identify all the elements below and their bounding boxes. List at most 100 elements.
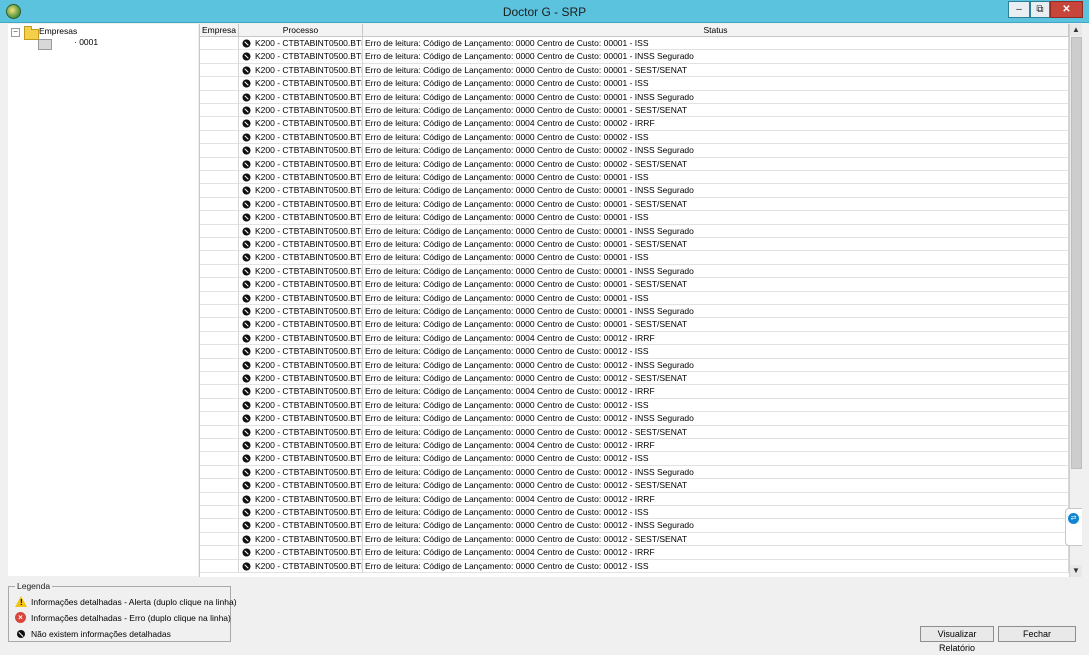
scrollbar-thumb[interactable] [1071, 37, 1082, 469]
table-row[interactable]: K200 - CTBTABINT0500.BTR Erro de leitura:… [200, 546, 1069, 560]
remote-support-tab[interactable]: ⇄ [1065, 508, 1082, 546]
tree-collapse-icon[interactable]: − [11, 28, 20, 37]
cell-empresa [200, 278, 239, 292]
cell-processo: K200 - CTBTABINT0500.BTR [239, 211, 363, 225]
cell-processo: K200 - CTBTABINT0500.BTR [239, 425, 363, 439]
cell-processo: K200 - CTBTABINT0500.BTR [239, 358, 363, 372]
table-row[interactable]: K200 - CTBTABINT0500.BTR Erro de leitura:… [200, 385, 1069, 399]
cell-status: Erro de leitura: Código de Lançamento: 0… [363, 171, 1069, 185]
cell-empresa [200, 291, 239, 305]
cell-status: Erro de leitura: Código de Lançamento: 0… [363, 157, 1069, 171]
table-row[interactable]: K200 - CTBTABINT0500.BTR Erro de leitura:… [200, 238, 1069, 252]
cell-empresa [200, 519, 239, 533]
cell-processo: K200 - CTBTABINT0500.BTR [239, 385, 363, 399]
table-row[interactable]: K200 - CTBTABINT0500.BTR Erro de leitura:… [200, 479, 1069, 493]
table-row[interactable]: K200 - CTBTABINT0500.BTR Erro de leitura:… [200, 157, 1069, 171]
column-header-processo[interactable]: Processo [239, 24, 363, 37]
column-header-status[interactable]: Status [363, 24, 1069, 37]
table-row[interactable]: K200 - CTBTABINT0500.BTR Erro de leitura:… [200, 264, 1069, 279]
restore-button[interactable]: ⧉ [1030, 1, 1050, 18]
table-row[interactable]: K200 - CTBTABINT0500.BTR Erro de leitura:… [200, 104, 1069, 118]
cell-status: Erro de leitura: Código de Lançamento: 0… [363, 37, 1069, 51]
table-row[interactable]: K200 - CTBTABINT0500.BTR Erro de leitura:… [200, 412, 1069, 426]
results-grid[interactable]: Empresa Processo Status K200 - CTBTABINT… [199, 24, 1069, 577]
table-row[interactable]: K200 - CTBTABINT0500.BTR Erro de leitura:… [200, 398, 1069, 413]
cell-processo: K200 - CTBTABINT0500.BTR [239, 519, 363, 533]
table-row[interactable]: K200 - CTBTABINT0500.BTR Erro de leitura:… [200, 465, 1069, 480]
table-row[interactable]: K200 - CTBTABINT0500.BTR Erro de leitura:… [200, 90, 1069, 104]
cell-processo: K200 - CTBTABINT0500.BTR [239, 63, 363, 78]
cell-empresa [200, 184, 239, 198]
cell-processo: K200 - CTBTABINT0500.BTR [239, 479, 363, 493]
company-tree[interactable]: − Empresas · 0001 [8, 24, 198, 576]
cell-status: Erro de leitura: Código de Lançamento: 0… [363, 439, 1069, 453]
table-row[interactable]: K200 - CTBTABINT0500.BTR Erro de leitura:… [200, 331, 1069, 346]
table-row[interactable]: K200 - CTBTABINT0500.BTR Erro de leitura:… [200, 144, 1069, 158]
table-row[interactable]: K200 - CTBTABINT0500.BTR Erro de leitura:… [200, 519, 1069, 533]
vertical-scrollbar[interactable]: ▲ ▼ [1069, 24, 1082, 577]
window-title: Doctor G - SRP [502, 5, 587, 19]
table-row[interactable]: K200 - CTBTABINT0500.BTR Erro de leitura:… [200, 63, 1069, 78]
cell-empresa [200, 104, 239, 118]
cell-processo: K200 - CTBTABINT0500.BTR [239, 251, 363, 265]
cell-empresa [200, 398, 239, 413]
table-row[interactable]: K200 - CTBTABINT0500.BTR Erro de leitura:… [200, 37, 1069, 51]
view-report-button[interactable]: Visualizar Relatório [920, 626, 994, 653]
tree-item-company[interactable]: · 0001 [74, 37, 98, 47]
table-row[interactable]: K200 - CTBTABINT0500.BTR Erro de leitura:… [200, 117, 1069, 131]
table-row[interactable]: K200 - CTBTABINT0500.BTR Erro de leitura:… [200, 197, 1069, 212]
close-window-button[interactable]: ✕ [1050, 1, 1083, 18]
cell-processo: K200 - CTBTABINT0500.BTR [239, 77, 363, 91]
table-row[interactable]: K200 - CTBTABINT0500.BTR Erro de leitura:… [200, 278, 1069, 292]
table-row[interactable]: K200 - CTBTABINT0500.BTR Erro de leitura:… [200, 506, 1069, 520]
table-row[interactable]: K200 - CTBTABINT0500.BTR Erro de leitura:… [200, 439, 1069, 453]
legend-error-text: Informações detalhadas - Erro (duplo cli… [31, 613, 231, 623]
folder-icon [24, 26, 39, 40]
tree-root-label[interactable]: Empresas [39, 26, 77, 36]
table-row[interactable]: K200 - CTBTABINT0500.BTR Erro de leitura:… [200, 559, 1069, 573]
table-row[interactable]: K200 - CTBTABINT0500.BTR Erro de leitura:… [200, 452, 1069, 466]
table-row[interactable]: K200 - CTBTABINT0500.BTR Erro de leitura:… [200, 425, 1069, 439]
table-row[interactable]: K200 - CTBTABINT0500.BTR Erro de leitura:… [200, 171, 1069, 185]
table-row[interactable]: K200 - CTBTABINT0500.BTR Erro de leitura:… [200, 130, 1069, 145]
cell-empresa [200, 224, 239, 238]
close-button[interactable]: Fechar [998, 626, 1076, 642]
table-row[interactable]: K200 - CTBTABINT0500.BTR Erro de leitura:… [200, 50, 1069, 64]
error-icon: × [15, 612, 26, 623]
table-row[interactable]: K200 - CTBTABINT0500.BTR Erro de leitura:… [200, 184, 1069, 198]
table-row[interactable]: K200 - CTBTABINT0500.BTR Erro de leitura:… [200, 358, 1069, 372]
table-row[interactable]: K200 - CTBTABINT0500.BTR Erro de leitura:… [200, 305, 1069, 319]
table-row[interactable]: K200 - CTBTABINT0500.BTR Erro de leitura:… [200, 532, 1069, 547]
cell-empresa [200, 331, 239, 346]
table-row[interactable]: K200 - CTBTABINT0500.BTR Erro de leitura:… [200, 77, 1069, 91]
cell-status: Erro de leitura: Código de Lançamento: 0… [363, 331, 1069, 346]
cell-status: Erro de leitura: Código de Lançamento: 0… [363, 506, 1069, 520]
company-icon [38, 39, 52, 50]
scroll-up-icon[interactable]: ▲ [1070, 24, 1082, 36]
table-row[interactable]: K200 - CTBTABINT0500.BTR Erro de leitura:… [200, 291, 1069, 305]
cell-status: Erro de leitura: Código de Lançamento: 0… [363, 130, 1069, 145]
table-row[interactable]: K200 - CTBTABINT0500.BTR Erro de leitura:… [200, 224, 1069, 238]
table-row[interactable]: K200 - CTBTABINT0500.BTR Erro de leitura:… [200, 211, 1069, 225]
cell-status: Erro de leitura: Código de Lançamento: 0… [363, 452, 1069, 466]
cell-status: Erro de leitura: Código de Lançamento: 0… [363, 479, 1069, 493]
minimize-button[interactable]: – [1008, 1, 1030, 18]
cell-empresa [200, 130, 239, 145]
cell-processo: K200 - CTBTABINT0500.BTR [239, 224, 363, 238]
table-row[interactable]: K200 - CTBTABINT0500.BTR Erro de leitura:… [200, 345, 1069, 359]
table-row[interactable]: K200 - CTBTABINT0500.BTR Erro de leitura:… [200, 492, 1069, 506]
cell-empresa [200, 358, 239, 372]
table-row[interactable]: K200 - CTBTABINT0500.BTR Erro de leitura:… [200, 318, 1069, 332]
cell-empresa [200, 305, 239, 319]
table-row[interactable]: K200 - CTBTABINT0500.BTR Erro de leitura:… [200, 372, 1069, 386]
cell-status: Erro de leitura: Código de Lançamento: 0… [363, 465, 1069, 480]
scroll-down-icon[interactable]: ▼ [1070, 565, 1082, 577]
cell-status: Erro de leitura: Código de Lançamento: 0… [363, 104, 1069, 118]
cell-processo: K200 - CTBTABINT0500.BTR [239, 184, 363, 198]
teamviewer-icon[interactable]: ⇄ [1068, 513, 1079, 524]
cell-processo: K200 - CTBTABINT0500.BTR [239, 559, 363, 573]
cell-status: Erro de leitura: Código de Lançamento: 0… [363, 264, 1069, 279]
table-row[interactable]: K200 - CTBTABINT0500.BTR Erro de leitura:… [200, 251, 1069, 265]
cell-status: Erro de leitura: Código de Lançamento: 0… [363, 197, 1069, 212]
column-header-empresa[interactable]: Empresa [200, 24, 239, 37]
